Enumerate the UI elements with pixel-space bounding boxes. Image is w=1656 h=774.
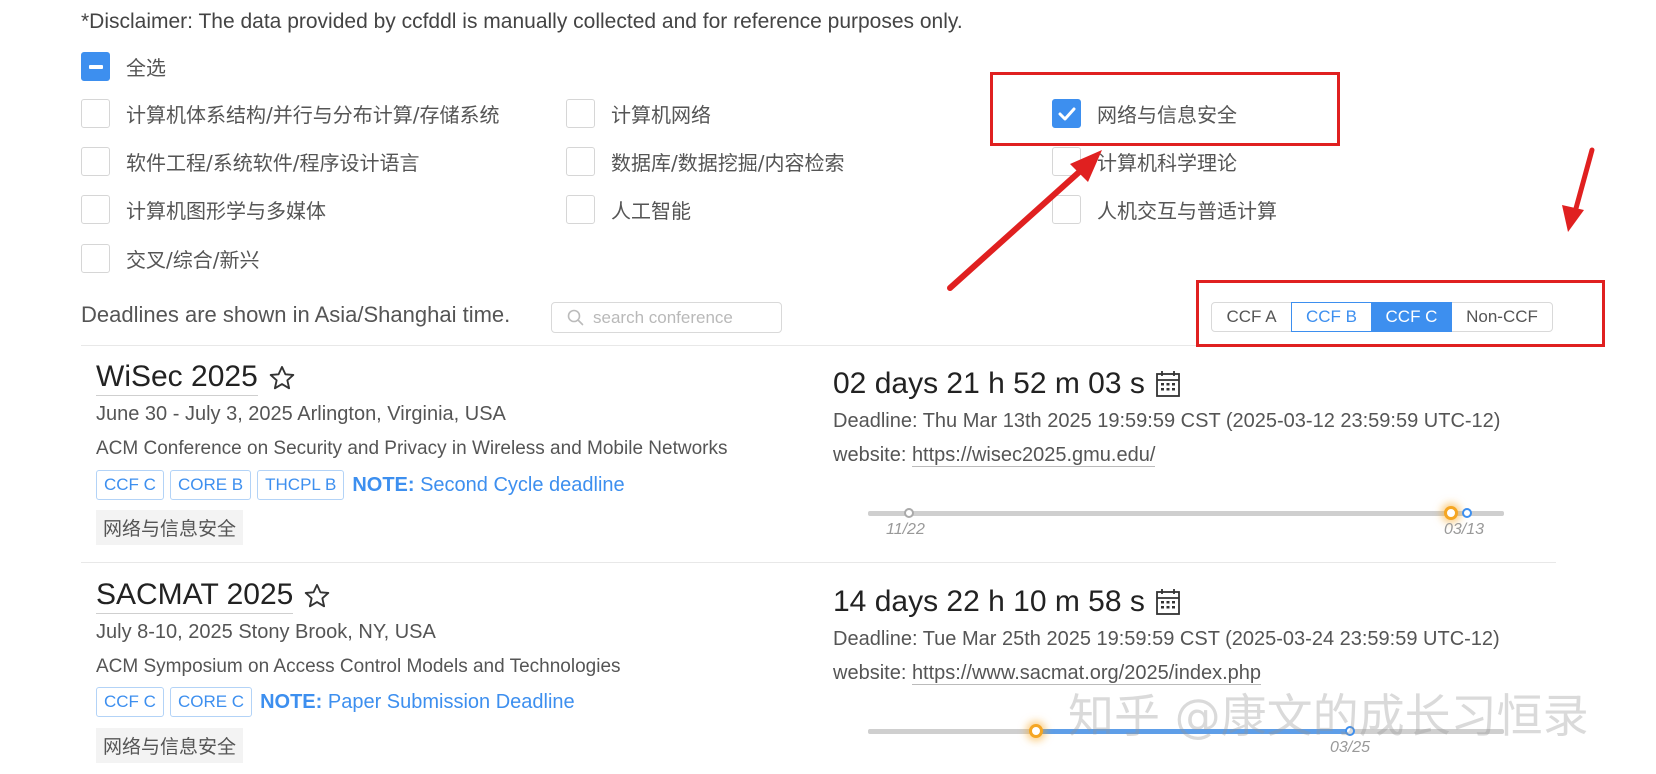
watermark: 知乎 @康文的成长习恒录 (1068, 689, 1589, 743)
annotation-arrows (947, 147, 1595, 291)
ccf-c-button[interactable]: CCF C (1371, 302, 1452, 332)
ccf-b-button[interactable]: CCF B (1291, 302, 1372, 332)
